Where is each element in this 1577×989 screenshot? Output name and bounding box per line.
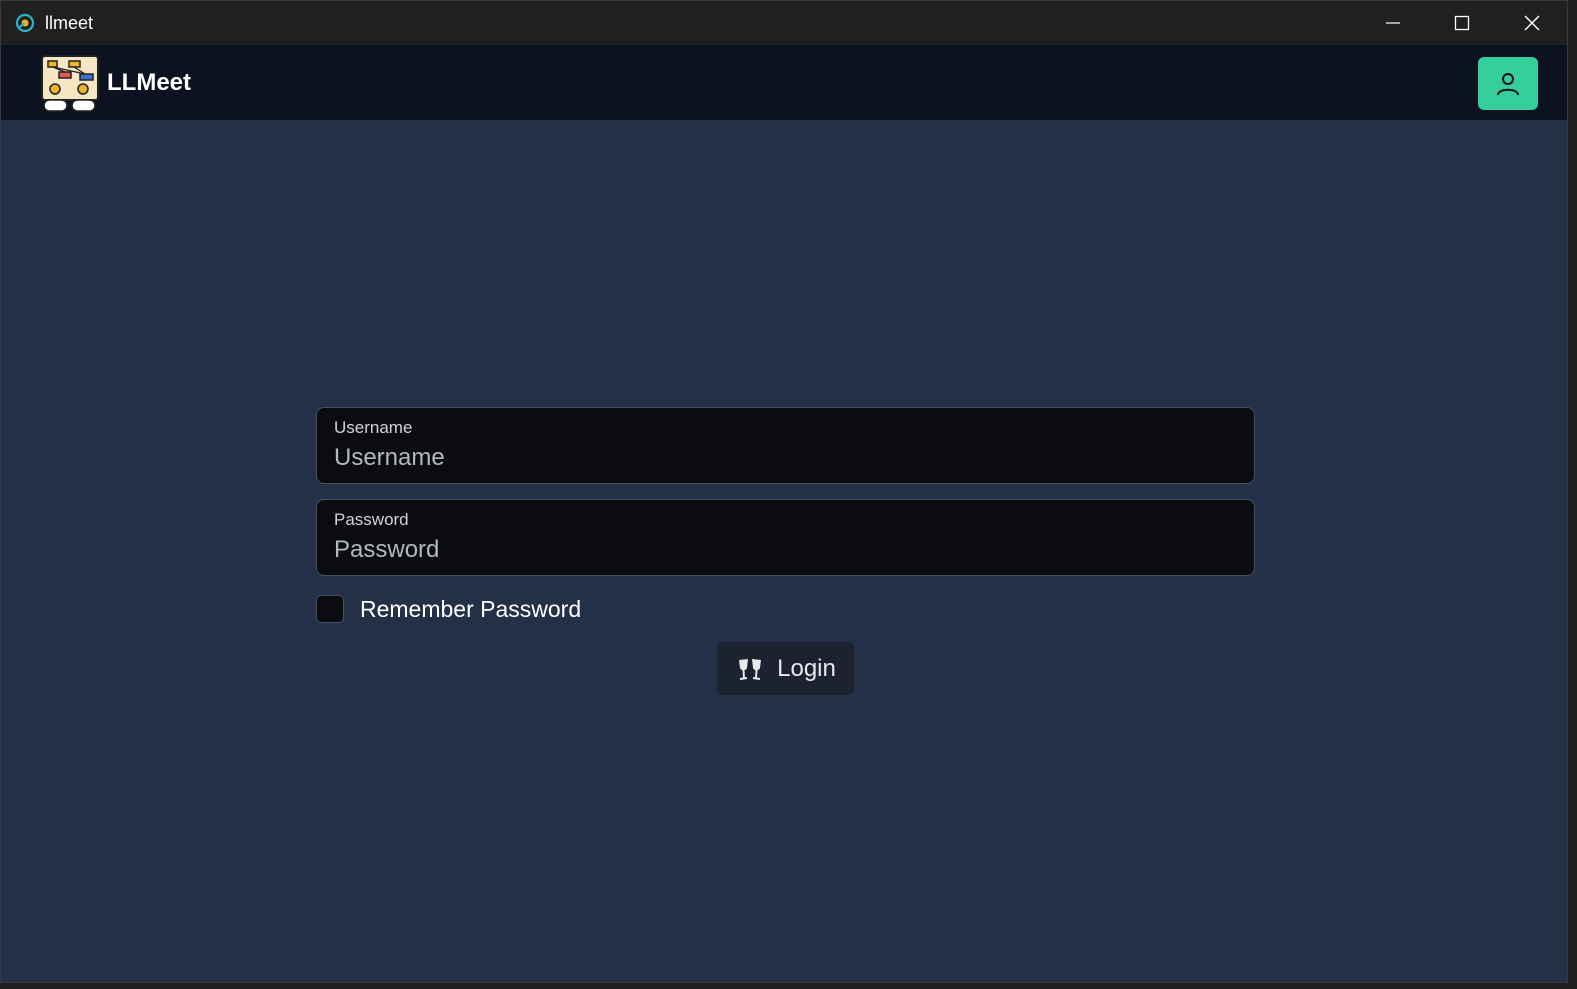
password-field[interactable]: Password	[316, 499, 1255, 576]
minimize-icon	[1386, 22, 1400, 24]
title-bar: llmeet	[1, 1, 1567, 45]
window-title: llmeet	[45, 13, 94, 33]
remember-password-label: Remember Password	[360, 596, 582, 622]
username-input[interactable]	[334, 442, 1234, 474]
cheers-icon	[739, 658, 762, 680]
app-window: llmeet LLMeet Username Username Password…	[0, 0, 1568, 983]
user-icon	[1497, 72, 1519, 95]
close-button[interactable]	[1497, 1, 1567, 45]
brand-name: LLMeet	[107, 69, 191, 96]
remember-password-checkbox[interactable]	[316, 595, 344, 623]
user-account-button[interactable]	[1478, 57, 1538, 110]
remember-password-option[interactable]: Remember Password	[316, 594, 581, 624]
login-label: Login	[777, 654, 836, 682]
close-icon	[1524, 15, 1540, 31]
username-label: Username	[334, 418, 413, 437]
password-label: Password	[334, 510, 409, 529]
username-field[interactable]: Username	[316, 407, 1255, 484]
password-input[interactable]	[334, 534, 1234, 566]
llmeet-logo[interactable]	[41, 55, 99, 113]
maximize-icon	[1454, 15, 1470, 31]
app-icon	[15, 13, 35, 33]
maximize-button[interactable]	[1427, 1, 1497, 45]
minimize-button[interactable]	[1358, 1, 1428, 45]
login-button[interactable]: Login	[717, 642, 854, 695]
app-header: LLMeet	[1, 45, 1567, 120]
